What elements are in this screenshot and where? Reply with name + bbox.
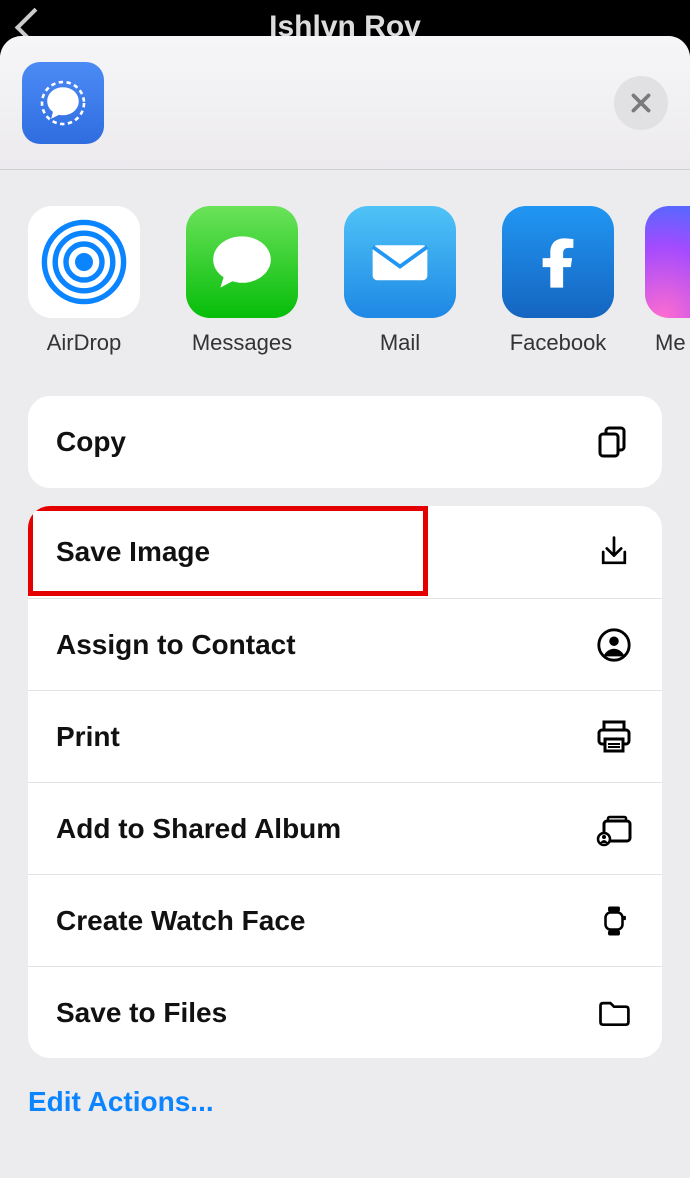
share-target-messenger[interactable]: Me — [660, 206, 690, 356]
action-label: Save Image — [56, 536, 210, 568]
copy-icon — [594, 422, 634, 462]
share-sheet-topbar — [0, 36, 690, 170]
share-target-label: Messages — [192, 330, 292, 356]
share-target-label: AirDrop — [47, 330, 122, 356]
action-label: Print — [56, 721, 120, 753]
action-save-to-files[interactable]: Save to Files — [28, 966, 662, 1058]
action-copy[interactable]: Copy — [28, 396, 662, 488]
share-apps-row: AirDrop Messages Mail — [0, 170, 690, 378]
share-target-facebook[interactable]: Facebook — [502, 206, 614, 356]
actions-card-secondary: Save Image Assign to Contact — [28, 506, 662, 1058]
messages-icon — [186, 206, 298, 318]
contact-icon — [594, 625, 634, 665]
shared-album-icon — [594, 809, 634, 849]
close-button[interactable] — [614, 76, 668, 130]
action-label: Copy — [56, 426, 126, 458]
messenger-icon — [645, 206, 690, 318]
share-target-mail[interactable]: Mail — [344, 206, 456, 356]
edit-actions-label: Edit Actions... — [28, 1086, 214, 1117]
share-target-label: Facebook — [510, 330, 607, 356]
close-icon — [628, 90, 654, 116]
share-target-airdrop[interactable]: AirDrop — [28, 206, 140, 356]
airdrop-icon — [28, 206, 140, 318]
mail-icon — [344, 206, 456, 318]
action-assign-to-contact[interactable]: Assign to Contact — [28, 598, 662, 690]
actions-card-primary: Copy — [28, 396, 662, 488]
action-label: Assign to Contact — [56, 629, 296, 661]
download-icon — [594, 532, 634, 572]
action-print[interactable]: Print — [28, 690, 662, 782]
share-target-label: Me — [655, 330, 690, 356]
facebook-icon — [502, 206, 614, 318]
action-label: Create Watch Face — [56, 905, 306, 937]
action-create-watch-face[interactable]: Create Watch Face — [28, 874, 662, 966]
action-save-image[interactable]: Save Image — [28, 506, 662, 598]
folder-icon — [594, 993, 634, 1033]
share-sheet: AirDrop Messages Mail — [0, 36, 690, 1178]
printer-icon — [594, 717, 634, 757]
action-add-to-shared-album[interactable]: Add to Shared Album — [28, 782, 662, 874]
watch-icon — [594, 901, 634, 941]
edit-actions-button[interactable]: Edit Actions... — [0, 1058, 690, 1118]
action-label: Save to Files — [56, 997, 227, 1029]
share-target-label: Mail — [380, 330, 420, 356]
share-target-messages[interactable]: Messages — [186, 206, 298, 356]
action-label: Add to Shared Album — [56, 813, 341, 845]
signal-app-icon — [22, 62, 104, 144]
